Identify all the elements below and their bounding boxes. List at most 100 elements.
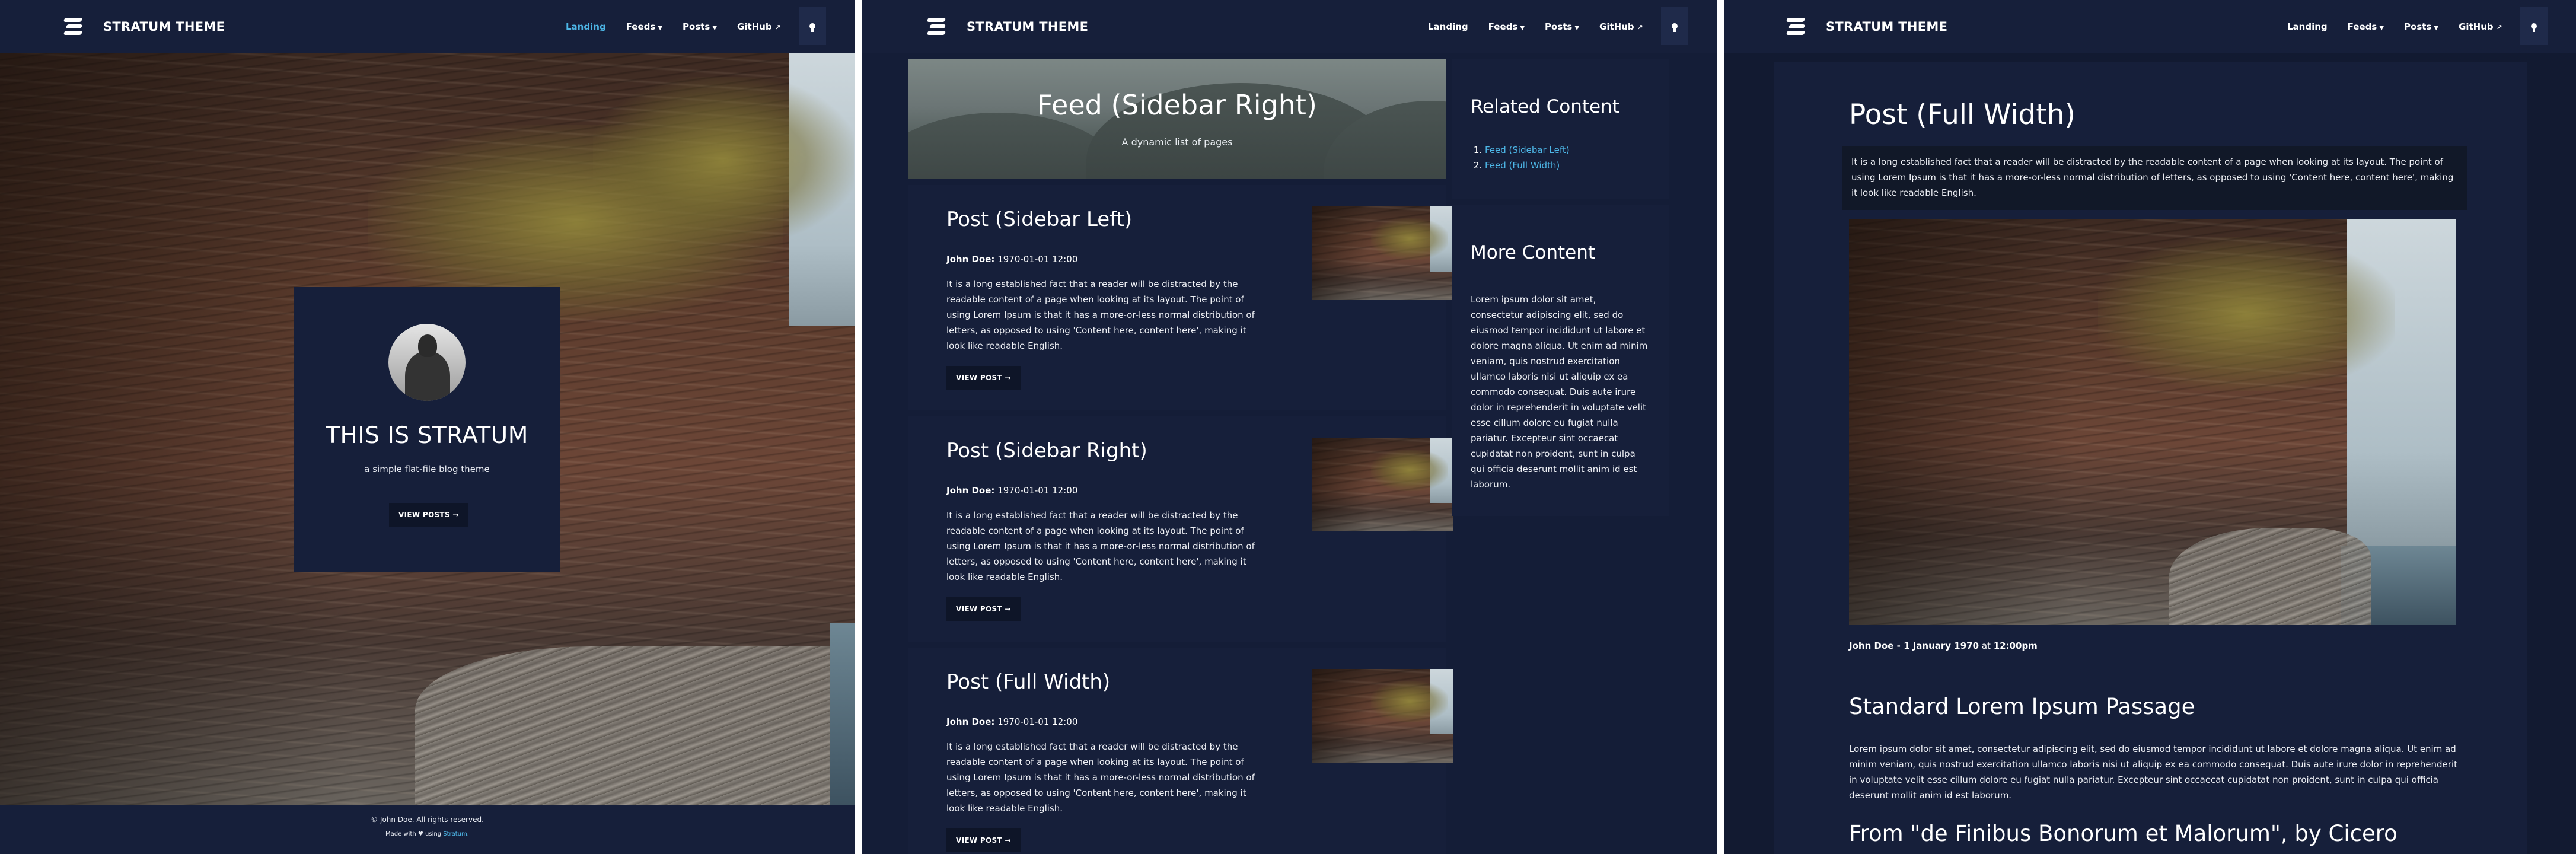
post-meta: John Doe: 1970-01-01 12:00	[946, 254, 1077, 265]
nav-landing[interactable]: Landing	[566, 21, 606, 32]
post-author: John Doe:	[946, 485, 995, 496]
brand[interactable]: STRATUM THEME	[63, 15, 225, 38]
stratum-logo-icon	[927, 17, 948, 37]
stratum-logo-icon	[63, 17, 84, 37]
lightbulb-icon	[1671, 23, 1678, 32]
article-title: Post (Full Width)	[1849, 98, 2076, 131]
post-thumbnail[interactable]	[1312, 438, 1453, 531]
post-author: John Doe:	[946, 716, 995, 727]
view-post-button[interactable]: VIEW POST →	[946, 828, 1021, 852]
list-item[interactable]: Feed (Sidebar Left)	[1485, 142, 1570, 158]
caret-down-icon: ▼	[1520, 25, 1525, 31]
nav-landing[interactable]: Landing	[2287, 21, 2328, 32]
hero-title: THIS IS STRATUM	[326, 422, 528, 449]
post-title[interactable]: Post (Sidebar Right)	[946, 439, 1147, 463]
post-card: Post (Sidebar Right) John Doe: 1970-01-0…	[908, 416, 1453, 642]
landing-panel: STRATUM THEME Landing Feeds ▼ Posts ▼ GitH…	[0, 0, 855, 854]
caret-down-icon: ▼	[712, 25, 718, 31]
more-content-text: Lorem ipsum dolor sit amet, consectetur …	[1471, 294, 1648, 490]
nav-posts-label: Posts	[683, 21, 710, 32]
lightbulb-icon	[2530, 23, 2537, 32]
view-post-button[interactable]: VIEW POST →	[946, 597, 1021, 621]
caret-down-icon: ▼	[2434, 25, 2439, 31]
stratum-logo-icon	[1786, 17, 1807, 37]
post-date: 1970-01-01 12:00	[997, 716, 1078, 727]
post-title[interactable]: Post (Full Width)	[946, 670, 1110, 694]
feed-subtitle: A dynamic list of pages	[1121, 136, 1233, 148]
list-item[interactable]: Feed (Full Width)	[1485, 158, 1570, 173]
theme-toggle-button[interactable]	[798, 7, 826, 45]
article-lead: It is a long established fact that a rea…	[1842, 146, 2467, 210]
nav-posts[interactable]: Posts ▼	[2404, 21, 2438, 32]
article-image	[1849, 219, 2456, 625]
nav-feeds[interactable]: Feeds ▼	[1488, 21, 1525, 32]
nav-github-label: GitHub	[737, 21, 772, 32]
post-date: 1970-01-01 12:00	[997, 485, 1078, 496]
view-posts-button[interactable]: VIEW POSTS →	[389, 503, 468, 527]
nav-landing[interactable]: Landing	[1428, 21, 1468, 32]
nav-feeds-label: Feeds	[2347, 21, 2377, 32]
nav-posts[interactable]: Posts ▼	[1545, 21, 1579, 32]
feed-title: Feed (Sidebar Right)	[1037, 89, 1317, 121]
footer-made-prefix: Made with	[385, 831, 416, 837]
post-excerpt: It is a long established fact that a rea…	[946, 741, 1255, 814]
navbar: STRATUM THEME Landing Feeds ▼ Posts ▼ GitH…	[1724, 0, 2576, 53]
navbar: STRATUM THEME Landing Feeds ▼ Posts ▼ GitH…	[0, 0, 855, 53]
nav-posts-label: Posts	[1545, 21, 1573, 32]
article: Post (Full Width) It is a long establish…	[1774, 62, 2527, 854]
footer: © John Doe. All rights reserved. Made wi…	[0, 805, 855, 854]
footer-copyright: © John Doe. All rights reserved.	[371, 815, 484, 824]
post-excerpt: It is a long established fact that a rea…	[946, 510, 1255, 582]
external-link-icon: ↗	[1637, 23, 1643, 31]
footer-made-with: Made with ♥ using Stratum.	[0, 831, 855, 837]
post-panel: STRATUM THEME Landing Feeds ▼ Posts ▼ GitH…	[1724, 0, 2576, 854]
brand-name: STRATUM THEME	[1826, 20, 1948, 34]
footer-stratum-link[interactable]: Stratum.	[443, 831, 469, 837]
article-at: at	[1981, 640, 1991, 651]
related-content-list: Feed (Sidebar Left) Feed (Full Width)	[1485, 142, 1570, 173]
caret-down-icon: ▼	[1574, 25, 1580, 31]
related-link[interactable]: Feed (Sidebar Left)	[1485, 145, 1570, 155]
brand[interactable]: STRATUM THEME	[1786, 15, 1948, 38]
related-content-card: Related Content Feed (Sidebar Left) Feed…	[1452, 59, 1669, 199]
avatar	[388, 324, 466, 401]
nav-github[interactable]: GitHub ↗	[1599, 21, 1643, 32]
post-meta: John Doe: 1970-01-01 12:00	[946, 716, 1077, 727]
article-time: 12:00pm	[1993, 640, 2038, 651]
nav-github[interactable]: GitHub ↗	[2459, 21, 2502, 32]
brand-name: STRATUM THEME	[967, 20, 1089, 34]
feed-banner: Feed (Sidebar Right) A dynamic list of p…	[908, 59, 1446, 179]
post-thumbnail[interactable]	[1312, 669, 1453, 763]
external-link-icon: ↗	[774, 23, 781, 31]
view-post-button[interactable]: VIEW POST →	[946, 366, 1021, 390]
post-title[interactable]: Post (Sidebar Left)	[946, 208, 1132, 231]
caret-down-icon: ▼	[658, 25, 663, 31]
nav-posts[interactable]: Posts ▼	[683, 21, 717, 32]
lightbulb-icon	[809, 23, 815, 32]
nav-posts-label: Posts	[2404, 21, 2432, 32]
nav-feeds[interactable]: Feeds ▼	[626, 21, 662, 32]
post-author: John Doe:	[946, 254, 995, 265]
navbar: STRATUM THEME Landing Feeds ▼ Posts ▼ GitH…	[862, 0, 1717, 53]
theme-toggle-button[interactable]	[1660, 7, 1688, 45]
post-card: Post (Sidebar Left) John Doe: 1970-01-01…	[908, 185, 1453, 410]
post-thumbnail[interactable]	[1312, 206, 1453, 300]
theme-toggle-button[interactable]	[2520, 7, 2548, 45]
hero-subtitle: a simple flat-file blog theme	[364, 464, 490, 474]
nav-github-label: GitHub	[2459, 21, 2494, 32]
post-card: Post (Full Width) John Doe: 1970-01-01 1…	[908, 648, 1453, 854]
post-date: 1970-01-01 12:00	[997, 254, 1078, 265]
related-content-title: Related Content	[1471, 96, 1619, 117]
nav-feeds[interactable]: Feeds ▼	[2348, 21, 2384, 32]
article-author-date: John Doe - 1 January 1970	[1849, 640, 1979, 651]
footer-made-using: using	[425, 831, 442, 837]
section-paragraph: Lorem ipsum dolor sit amet, consectetur …	[1849, 744, 2457, 801]
hero-card: THIS IS STRATUM a simple flat-file blog …	[294, 287, 560, 572]
nav-github-label: GitHub	[1599, 21, 1634, 32]
nav-github[interactable]: GitHub ↗	[737, 21, 781, 32]
brand[interactable]: STRATUM THEME	[927, 15, 1088, 38]
nav-menu: Landing Feeds ▼ Posts ▼ GitHub ↗	[1428, 7, 1688, 45]
section-heading: Standard Lorem Ipsum Passage	[1849, 694, 2195, 719]
related-link[interactable]: Feed (Full Width)	[1485, 160, 1560, 171]
external-link-icon: ↗	[2496, 23, 2502, 31]
